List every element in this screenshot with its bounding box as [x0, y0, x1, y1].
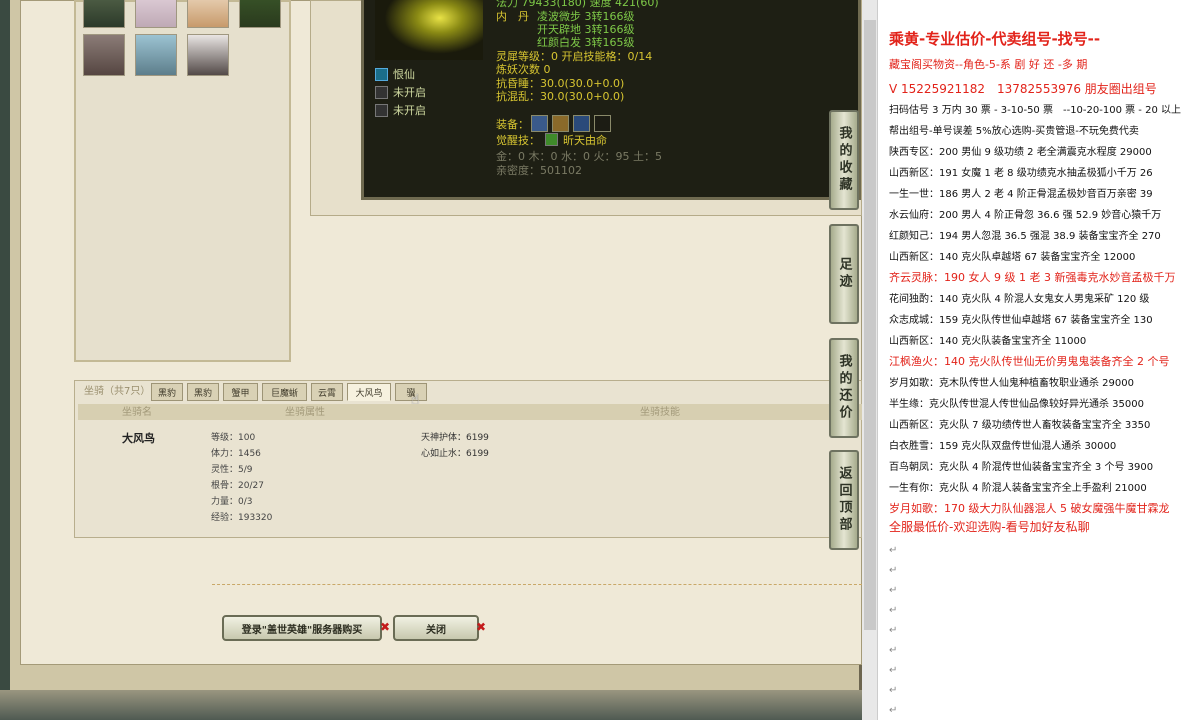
doc-line: 众志成城：159 克火队传世仙卓越塔 67 装备宝宝齐全 130	[889, 315, 1153, 326]
locked-skill-icon	[375, 86, 388, 99]
bottom-strip	[0, 690, 862, 720]
doc-line: 百鸟朝凤：克火队 4 阶混传世仙装备宝宝齐全 3 个号 3900	[889, 462, 1154, 473]
equip-slot-1[interactable]	[531, 115, 548, 132]
mount-count-label: 坐骑（共7只）	[84, 386, 151, 397]
login-buy-button[interactable]: 登录"盖世英雄"服务器购买	[222, 615, 382, 641]
neidan-3: 红颜白发 3转165级	[537, 36, 635, 49]
skill-icon[interactable]	[375, 68, 388, 81]
doc-line: 山西新区：克火队 7 级功绩传世人畜牧装备宝宝齐全 3350	[889, 420, 1151, 431]
mount-attr-4: 根骨：20/27	[211, 481, 264, 491]
back-to-top-button[interactable]: 返回顶部	[829, 450, 859, 550]
my-favorites-button[interactable]: 我的收藏	[829, 110, 859, 210]
intimacy-line: 亲密度：501102	[496, 164, 582, 177]
paragraph-mark: ↵	[889, 545, 898, 556]
paragraph-mark: ↵	[889, 685, 898, 696]
avatar-2[interactable]	[135, 0, 177, 28]
paragraph-mark: ↵	[889, 585, 898, 596]
header-mount-name: 坐骑名	[122, 407, 152, 418]
footprint-button[interactable]: 足迹	[829, 224, 859, 324]
skill-1: 恨仙	[393, 68, 415, 81]
mount-attr-2: 体力：1456	[211, 449, 261, 459]
equip-slot-3[interactable]	[573, 115, 590, 132]
doc-line: 花间独酌：140 克火队 4 阶混人女鬼女人男鬼采矿 120 级	[889, 294, 1150, 305]
side-button-column: 我的收藏 足迹 我的还价 返回顶部	[829, 110, 859, 550]
mount-tab-3[interactable]: 蟹甲	[223, 383, 258, 401]
doc-line: 江枫渔火：140 克火队传世仙无价男鬼鬼装备齐全 2 个号	[889, 355, 1170, 368]
awaken-skill: 昕天由命	[563, 134, 607, 147]
doc-line: 齐云灵脉：190 女人 9 级 1 老 3 新强毒克水妙音孟极千万	[889, 271, 1176, 284]
doc-line: 藏宝阁买物资--角色-5-系 剧 好 还 -多 期	[889, 58, 1088, 71]
spirit-line: 灵犀等级：0 开启技能格：0/14	[496, 50, 653, 63]
mount-table-header	[78, 404, 862, 420]
elements-line: 金：0 木：0 水：0 火：95 土：5	[496, 150, 662, 163]
doc-line: 山西新区：191 女魔 1 老 8 级功绩克水抽孟极狐小千万 26	[889, 168, 1153, 179]
skill-2: 未开启	[393, 86, 426, 99]
resist-sleep: 抗昏睡：30.0(30.0+0.0)	[496, 77, 625, 90]
equip-slot-2[interactable]	[552, 115, 569, 132]
avatar-4[interactable]	[239, 0, 281, 28]
doc-line: 半生缘：克火队传世混人传世仙品像较好异光通杀 35000	[889, 399, 1144, 410]
neidan-label: 内 丹	[496, 10, 529, 23]
doc-line: 白衣胜雪：159 克火队双盘传世仙混人通杀 30000	[889, 441, 1117, 452]
paragraph-mark: ↵	[889, 605, 898, 616]
doc-line: 陕西专区：200 男仙 9 级功绩 2 老全满震克水程度 29000	[889, 147, 1152, 158]
mount-tab-5[interactable]: 云霄	[311, 383, 343, 401]
resist-chaos: 抗混乱：30.0(30.0+0.0)	[496, 90, 625, 103]
doc-line: 一生一世：186 男人 2 老 4 阶正骨混孟极妙音百万亲密 39	[889, 189, 1153, 200]
avatar-7[interactable]	[187, 34, 229, 76]
pet-stats-line: 法力 79433(180) 速度 421(60)	[496, 0, 659, 9]
mount-name: 大风鸟	[122, 432, 155, 445]
paragraph-mark: ↵	[889, 565, 898, 576]
mount-attr-6: 经验：193320	[211, 513, 273, 523]
refine-line: 炼妖次数 0	[496, 63, 551, 76]
paragraph-mark: ↵	[889, 705, 898, 716]
doc-line: 山西新区：140 克火队卓越塔 67 装备宝宝齐全 12000	[889, 252, 1136, 263]
locked-skill-icon	[375, 104, 388, 117]
equip-label: 装备：	[496, 118, 529, 131]
avatar-6[interactable]	[135, 34, 177, 76]
mount-tab-6[interactable]: 大风鸟	[347, 383, 391, 401]
my-bargain-button[interactable]: 我的还价	[829, 338, 859, 438]
equip-slot-4[interactable]	[594, 115, 611, 132]
pet-image	[375, 0, 483, 60]
mount-tab-1[interactable]: 黑豹	[151, 383, 183, 401]
close-x-icon[interactable]: ✖	[476, 620, 486, 634]
doc-line: 乘黄-专业估价-代卖组号-找号--	[889, 30, 1101, 48]
close-button[interactable]: 关闭	[393, 615, 479, 641]
mount-attr-5: 力量：0/3	[211, 497, 253, 507]
mount-tab-4[interactable]: 巨魔蜥	[262, 383, 307, 401]
close-x-icon[interactable]: ✖	[380, 620, 390, 634]
skill-3: 未开启	[393, 104, 426, 117]
doc-line: V 15225921182 13782553976 朋友圈出组号	[889, 82, 1157, 96]
doc-line: 水云仙府：200 男人 4 阶正骨忽 36.6 强 52.9 妙音心猿千万	[889, 210, 1162, 221]
avatar-3[interactable]	[187, 0, 229, 28]
neidan-1: 凌波微步 3转166级	[537, 10, 635, 23]
doc-line: 扫码估号 3 万内 30 票 - 3-10-50 票 --10-20-100 票…	[889, 105, 1181, 116]
doc-line: 岁月如歌：170 级大力队仙器混人 5 破女魔强牛魔甘霖龙	[889, 502, 1170, 515]
awaken-label: 觉醒技：	[496, 134, 540, 147]
doc-line: 一生有你：克火队 4 阶混人装备宝宝齐全上手盈利 21000	[889, 483, 1147, 494]
avatar-1[interactable]	[83, 0, 125, 28]
divider	[212, 584, 862, 585]
game-window: 法力 79433(180) 速度 421(60) 内 丹 凌波微步 3转166级…	[0, 0, 862, 720]
doc-line: 帮出组号-单号误差 5%放心选购-买贵管退-不玩免费代卖	[889, 126, 1139, 137]
avatar-5[interactable]	[83, 34, 125, 76]
paragraph-mark: ↵	[889, 645, 898, 656]
mount-skill-2: 心如止水：6199	[421, 449, 489, 459]
doc-line: 岁月如歌：克木队传世人仙鬼种植畜牧职业通杀 29000	[889, 378, 1134, 389]
doc-line: 红颜知己：194 男人忽混 36.5 强混 38.9 装备宝宝齐全 270	[889, 231, 1161, 242]
paragraph-mark: ↵	[889, 665, 898, 676]
paragraph-mark: ↵	[889, 625, 898, 636]
header-mount-attrs: 坐骑属性	[285, 407, 325, 418]
mount-skill-1: 天神护体：6199	[421, 433, 489, 443]
doc-line: 全服最低价-欢迎选购-看号加好友私聊	[889, 520, 1090, 534]
awaken-skill-icon[interactable]	[545, 133, 558, 146]
scrollbar-thumb[interactable]	[864, 20, 876, 630]
mount-attr-1: 等级：100	[211, 433, 256, 443]
mount-tab-2[interactable]: 黑豹	[187, 383, 219, 401]
neidan-2: 开天辟地 3转166级	[537, 23, 635, 36]
doc-line: 山西新区：140 克火队装备宝宝齐全 11000	[889, 336, 1087, 347]
header-mount-skills: 坐骑技能	[640, 407, 680, 418]
mount-attr-3: 灵性：5/9	[211, 465, 253, 475]
